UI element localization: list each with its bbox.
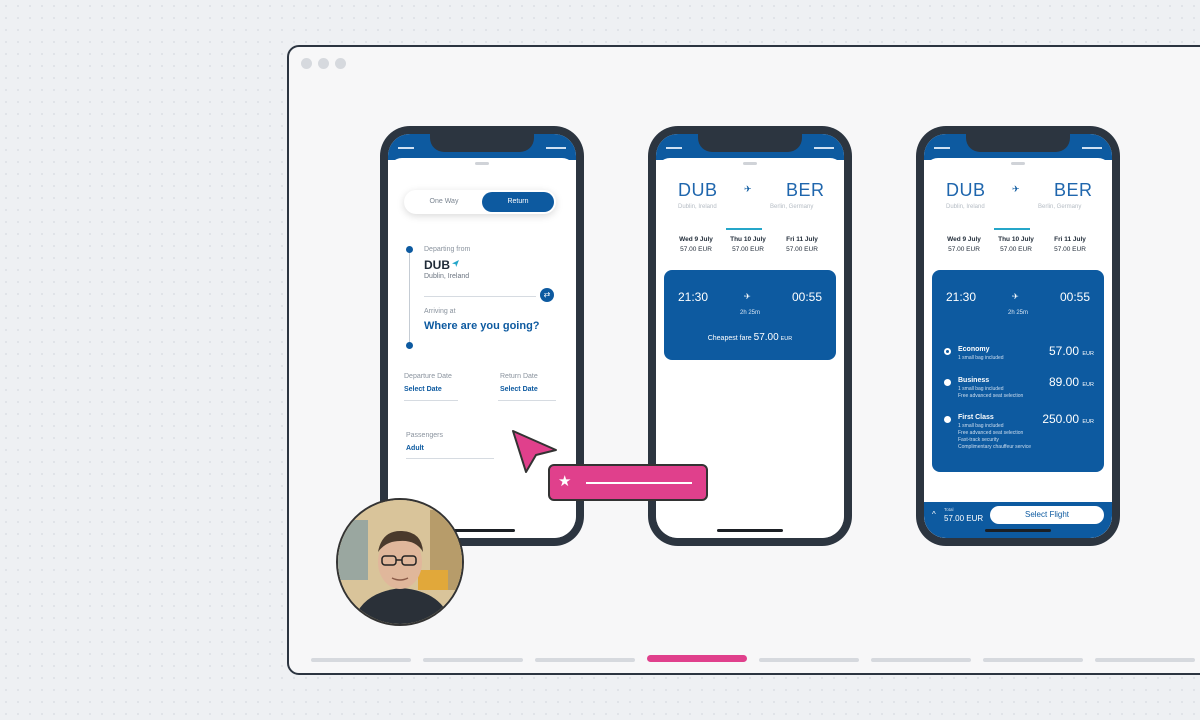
date-price: 57.00 EUR xyxy=(948,246,980,253)
departing-city: Dublin, Ireland xyxy=(424,273,470,280)
date-tab[interactable]: Wed 9 July xyxy=(670,236,722,243)
plane-icon: ✈ xyxy=(1012,292,1019,301)
date-price: 57.00 EUR xyxy=(1000,246,1032,253)
return-date-label: Return Date xyxy=(500,373,538,380)
radio-selected[interactable] xyxy=(944,348,951,355)
passengers-label: Passengers xyxy=(406,432,443,439)
flight-duration: 2h 25m xyxy=(739,310,760,316)
flight-duration: 2h 25m xyxy=(1007,310,1028,316)
departing-label: Departing from xyxy=(424,246,471,253)
depart-time: 21:30 xyxy=(678,290,709,304)
to-city: Berlin, Germany xyxy=(1038,204,1082,210)
plane-icon: ✈ xyxy=(1012,184,1020,194)
window-dot[interactable] xyxy=(318,58,329,69)
star-icon: ★ xyxy=(558,473,572,490)
total-value: 57.00 EUR xyxy=(944,514,984,523)
window-dot[interactable] xyxy=(301,58,312,69)
to-city: Berlin, Germany xyxy=(770,204,814,210)
route-end-dot xyxy=(406,342,413,349)
plane-icon: ✈ xyxy=(744,292,751,301)
one-way-option[interactable]: One Way xyxy=(410,190,478,214)
progress-segment[interactable] xyxy=(1095,658,1195,662)
date-price: 57.00 EUR xyxy=(786,246,818,253)
window-controls xyxy=(301,58,346,69)
chevron-up-icon[interactable]: ^ xyxy=(932,510,936,519)
date-price: 57.00 EUR xyxy=(732,246,764,253)
date-tab-active[interactable]: Thu 10 July xyxy=(990,236,1042,243)
trip-type-toggle[interactable]: One Way Return xyxy=(404,190,556,214)
plane-icon xyxy=(452,260,459,267)
route-line xyxy=(409,250,410,346)
date-tab[interactable]: Wed 9 July xyxy=(938,236,990,243)
date-tab-active[interactable]: Thu 10 July xyxy=(722,236,774,243)
progress-segment[interactable] xyxy=(535,658,635,662)
progress-segment[interactable] xyxy=(983,658,1083,662)
tag-line xyxy=(586,482,692,484)
presenter-avatar xyxy=(336,498,464,626)
arriving-label: Arriving at xyxy=(424,308,456,315)
date-price: 57.00 EUR xyxy=(1054,246,1086,253)
to-code: BER xyxy=(1054,180,1093,200)
select-flight-button[interactable]: Select Flight xyxy=(990,506,1104,524)
progress-segment-active[interactable] xyxy=(647,655,747,662)
arriving-input[interactable]: Where are you going? xyxy=(424,320,540,332)
highlight-tag: ★ xyxy=(548,464,708,501)
progress-segment[interactable] xyxy=(871,658,971,662)
phone-fare-select: DUB Dublin, Ireland ✈ BER Berlin, German… xyxy=(916,126,1120,546)
progress-segment[interactable] xyxy=(759,658,859,662)
departure-date-label: Departure Date xyxy=(404,373,452,380)
date-tab[interactable]: Fri 11 July xyxy=(1044,236,1096,243)
progress-segment[interactable] xyxy=(311,658,411,662)
booking-footer: ^ Total 57.00 EUR Select Flight xyxy=(924,502,1112,538)
from-city: Dublin, Ireland xyxy=(678,204,717,210)
flight-card[interactable]: 21:30 ✈ 00:55 2h 25m Cheapest fare 57.00… xyxy=(664,270,836,360)
swap-icon[interactable]: ⇄ xyxy=(540,288,554,302)
arrive-time: 00:55 xyxy=(791,290,822,304)
fare-options-card: 21:30 ✈ 00:55 2h 25m Economy 1 small bag… xyxy=(932,270,1104,472)
window-dot[interactable] xyxy=(335,58,346,69)
radio[interactable] xyxy=(944,416,951,423)
radio[interactable] xyxy=(944,379,951,386)
departure-date-input[interactable]: Select Date xyxy=(404,386,442,393)
arrive-time: 00:55 xyxy=(1059,290,1090,304)
return-option[interactable]: Return xyxy=(482,192,554,212)
date-tab[interactable]: Fri 11 July xyxy=(776,236,828,243)
to-code: BER xyxy=(786,180,825,200)
depart-time: 21:30 xyxy=(946,290,977,304)
from-city: Dublin, Ireland xyxy=(946,204,985,210)
progress-segment[interactable] xyxy=(423,658,523,662)
plane-icon: ✈ xyxy=(744,184,752,194)
from-code: DUB xyxy=(946,180,986,200)
passengers-input[interactable]: Adult xyxy=(406,445,424,452)
return-date-input[interactable]: Select Date xyxy=(500,386,538,393)
route-start-dot xyxy=(406,246,413,253)
from-code: DUB xyxy=(678,180,718,200)
cheapest-fare: Cheapest fare 57.00 EUR xyxy=(707,332,793,343)
total-label: Total xyxy=(944,507,954,512)
departing-code[interactable]: DUB xyxy=(424,258,450,272)
date-price: 57.00 EUR xyxy=(680,246,712,253)
